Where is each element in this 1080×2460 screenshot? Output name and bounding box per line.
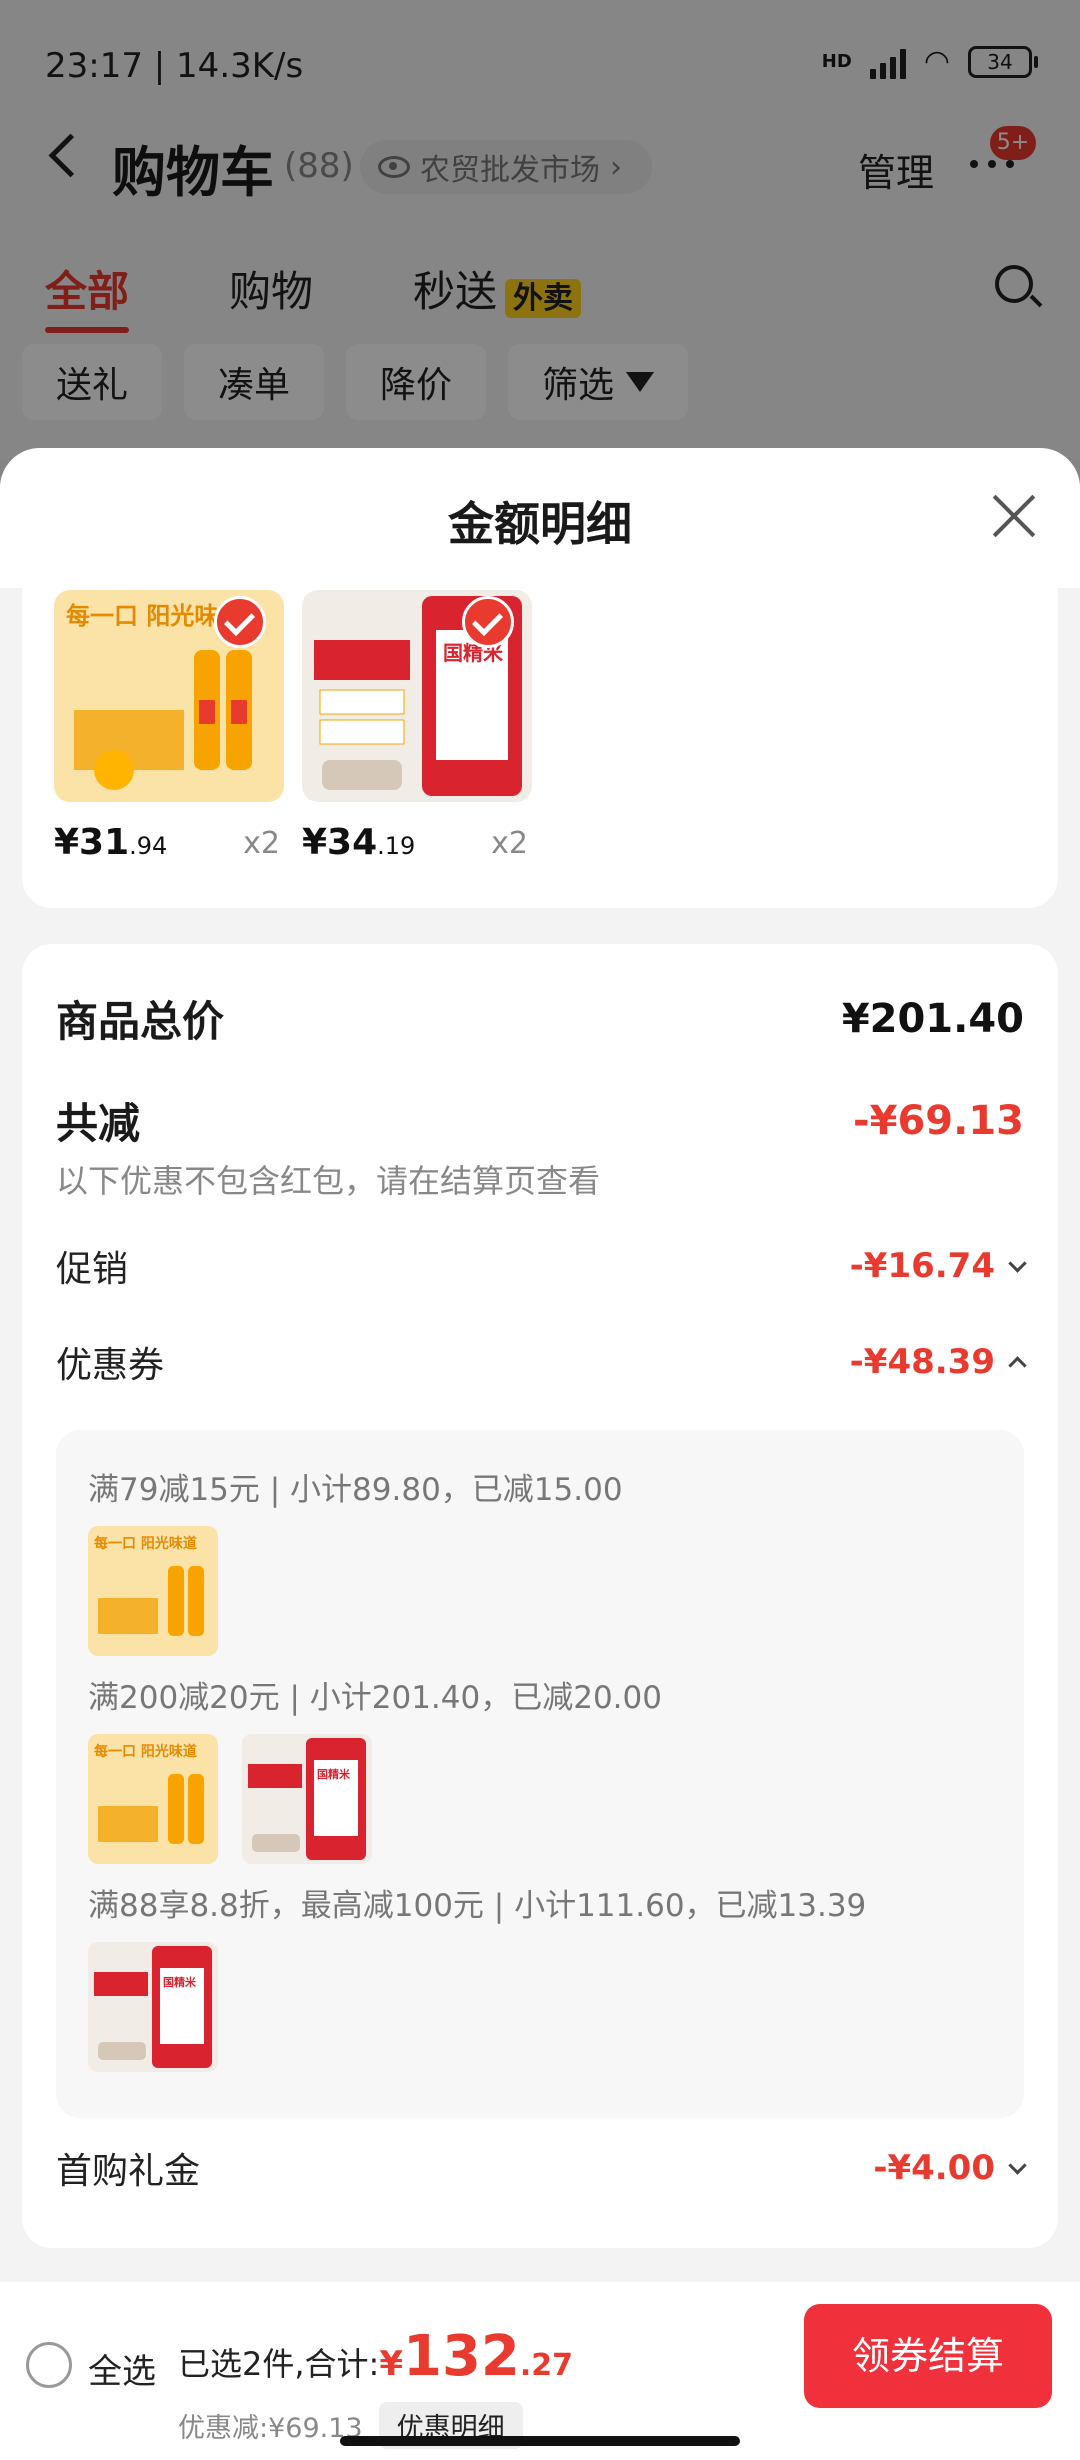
coupon-detail-box: 满79减15元 | 小计89.80，已减15.00 每一口 阳光味道 满200减…: [56, 1430, 1024, 2118]
total-reduce-row: 共减 -¥69.13: [56, 1090, 1024, 1151]
coupon-amount: -¥48.39: [850, 1342, 1027, 1382]
product-qty: x2: [243, 826, 280, 861]
home-indicator[interactable]: [340, 2436, 740, 2446]
promo-row[interactable]: 促销 -¥16.74: [56, 1240, 1027, 1292]
select-all-radio[interactable]: [26, 2342, 72, 2388]
rice-bag-thumb: 国精米: [88, 1942, 218, 2072]
close-icon[interactable]: [990, 492, 1038, 540]
rice-bag-thumb: 国精米: [242, 1734, 372, 1864]
svg-text:每一口 阳光味道: 每一口 阳光味道: [94, 1743, 197, 1760]
coupon-label: 优惠券: [56, 1345, 165, 1386]
chevron-down-icon: [1008, 1253, 1027, 1273]
first-gift-row[interactable]: 首购礼金 -¥4.00: [56, 2142, 1027, 2194]
total-reduce-label: 共减: [56, 1099, 141, 1148]
selected-check-icon[interactable]: [214, 596, 266, 648]
svg-text:每一口 阳光味道: 每一口 阳光味道: [94, 1535, 197, 1552]
goods-total-label: 商品总价: [56, 997, 225, 1046]
total-reduce-value: -¥69.13: [853, 1097, 1024, 1144]
orange-juice-thumb: 每一口 阳光味道: [88, 1734, 218, 1864]
first-gift-label: 首购礼金: [56, 2151, 201, 2192]
goods-total-value: ¥201.40: [841, 995, 1024, 1042]
discount-note: 以下优惠不包含红包，请在结算页查看: [56, 1162, 601, 1200]
coupon-row[interactable]: 优惠券 -¥48.39: [56, 1336, 1027, 1388]
coupon-line: 满200减20元 | 小计201.40，已减20.00: [88, 1680, 662, 1716]
svg-text:国精米: 国精米: [163, 1975, 197, 1989]
checkout-bar: 全选 已选2件,合计: ¥ 132 .27 优惠减:¥69.13 优惠明细 领券…: [0, 2282, 1080, 2460]
total-integer: 132: [403, 2324, 520, 2389]
checkout-button[interactable]: 领券结算: [804, 2304, 1052, 2408]
svg-text:国精米: 国精米: [317, 1767, 351, 1781]
chevron-down-icon: [1008, 2155, 1027, 2175]
total-decimal: .27: [519, 2348, 574, 2383]
promo-amount: -¥16.74: [850, 1246, 1027, 1286]
orange-juice-thumb: 每一口 阳光味道: [88, 1526, 218, 1656]
total-currency: ¥: [379, 2344, 403, 2384]
sheet-header: 金额明细: [0, 448, 1080, 588]
promo-label: 促销: [56, 1249, 129, 1290]
sheet-title: 金额明细: [448, 497, 632, 551]
amount-detail-sheet: 金额明细 每一口 阳光味道 ¥31.94 x2 国精米 ¥34.19 x2 商品…: [0, 448, 1080, 2460]
selected-summary: 已选2件,合计:: [178, 2345, 380, 2383]
product-qty: x2: [491, 826, 528, 861]
total-line: 已选2件,合计: ¥ 132 .27: [178, 2324, 573, 2389]
chevron-up-icon: [1008, 1355, 1027, 1375]
goods-total-row: 商品总价 ¥201.40: [56, 988, 1024, 1049]
selected-check-icon[interactable]: [462, 596, 514, 648]
price-detail-card: 商品总价 ¥201.40 共减 -¥69.13 以下优惠不包含红包，请在结算页查…: [22, 944, 1058, 2248]
discount-text: 优惠减:¥69.13: [178, 2413, 363, 2444]
select-all-label[interactable]: 全选: [88, 2344, 156, 2393]
first-gift-amount: -¥4.00: [873, 2148, 1027, 2188]
product-item[interactable]: 每一口 阳光味道 ¥31.94 x2: [54, 590, 284, 863]
coupon-line: 满88享8.8折，最高减100元 | 小计111.60，已减13.39: [88, 1888, 867, 1924]
product-item[interactable]: 国精米 ¥34.19 x2: [302, 590, 532, 863]
orange-juice-image: 每一口 阳光味道: [54, 590, 284, 802]
products-card: 每一口 阳光味道 ¥31.94 x2 国精米 ¥34.19 x2: [22, 588, 1058, 908]
rice-bag-image: 国精米: [302, 590, 532, 802]
coupon-line: 满79减15元 | 小计89.80，已减15.00: [88, 1472, 623, 1508]
